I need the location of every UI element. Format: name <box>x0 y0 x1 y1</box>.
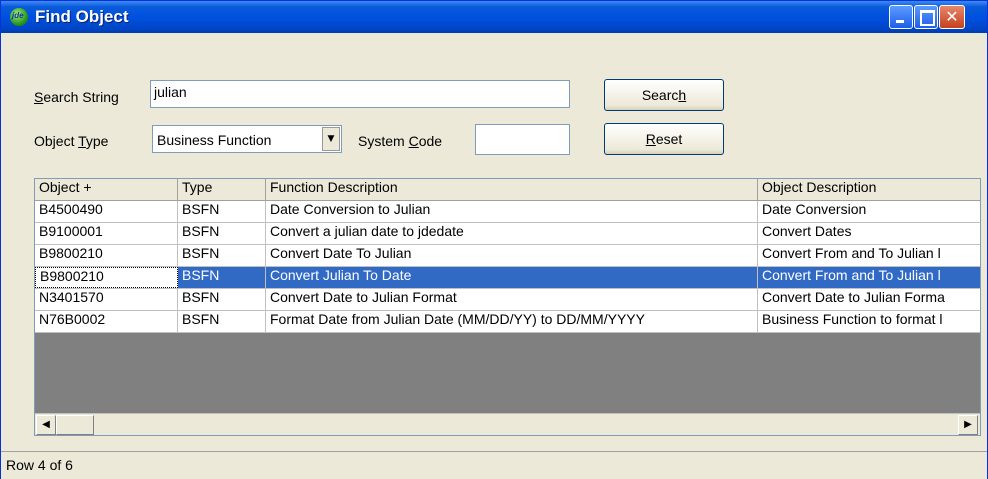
scroll-left-arrow-icon[interactable]: ◀ <box>36 415 56 435</box>
column-header-function-description[interactable]: Function Description <box>266 179 758 200</box>
close-button[interactable]: ✕ <box>939 5 965 29</box>
cell-function-description: Format Date from Julian Date (MM/DD/YY) … <box>266 311 758 332</box>
minimize-icon <box>896 20 904 23</box>
reset-button[interactable]: Reset <box>604 123 724 155</box>
dropdown-arrow-icon[interactable]: ▼ <box>322 127 340 151</box>
scroll-thumb[interactable] <box>56 415 94 435</box>
search-button[interactable]: Search <box>604 79 724 111</box>
cell-object: N3401570 <box>35 289 178 310</box>
results-grid[interactable]: Object + Type Function Description Objec… <box>34 178 981 436</box>
status-bar: Row 4 of 6 <box>1 451 987 479</box>
cell-object: B9800210 <box>35 267 178 288</box>
grid-header-row: Object + Type Function Description Objec… <box>35 179 980 201</box>
cell-type: BSFN <box>178 201 266 222</box>
object-type-value: Business Function <box>157 132 272 148</box>
cell-type: BSFN <box>178 267 266 288</box>
table-row[interactable]: N76B0002 BSFN Format Date from Julian Da… <box>35 311 980 333</box>
window-title: Find Object <box>35 7 129 26</box>
table-row-selected[interactable]: B9800210 BSFN Convert Julian To Date Con… <box>35 267 980 289</box>
cell-function-description: Convert Date to Julian Format <box>266 289 758 310</box>
cell-object: B4500490 <box>35 201 178 222</box>
cell-object: B9100001 <box>35 223 178 244</box>
cell-object-description: Date Conversion <box>758 201 980 222</box>
search-string-input[interactable]: julian <box>150 80 570 108</box>
column-header-object-description[interactable]: Object Description <box>758 179 980 200</box>
cell-function-description: Convert Date To Julian <box>266 245 758 266</box>
close-icon: ✕ <box>945 7 959 26</box>
column-header-object[interactable]: Object + <box>35 179 178 200</box>
system-code-input[interactable] <box>475 124 570 155</box>
title-bar[interactable]: jde Find Object ✕ <box>1 1 987 33</box>
app-globe-icon: jde <box>10 8 28 26</box>
table-row[interactable]: B4500490 BSFN Date Conversion to Julian … <box>35 201 980 223</box>
cell-object-description: Convert Date to Julian Forma <box>758 289 980 310</box>
minimize-button[interactable] <box>889 5 913 29</box>
horizontal-scrollbar[interactable]: ◀ ▶ <box>35 413 980 435</box>
table-row[interactable]: B9100001 BSFN Convert a julian date to j… <box>35 223 980 245</box>
cell-function-description: Convert Julian To Date <box>266 267 758 288</box>
cell-object-description: Convert From and To Julian l <box>758 245 980 266</box>
table-row[interactable]: N3401570 BSFN Convert Date to Julian For… <box>35 289 980 311</box>
object-type-dropdown[interactable]: Business Function ▼ <box>152 125 342 153</box>
status-text: Row 4 of 6 <box>6 457 73 473</box>
cell-function-description: Convert a julian date to jdedate <box>266 223 758 244</box>
column-header-type[interactable]: Type <box>178 179 266 200</box>
find-object-window: jde Find Object ✕ Search String julian O… <box>0 0 988 479</box>
maximize-button[interactable] <box>914 5 938 29</box>
system-code-label: System Code <box>358 133 443 149</box>
cell-type: BSFN <box>178 311 266 332</box>
cell-object: N76B0002 <box>35 311 178 332</box>
cell-type: BSFN <box>178 289 266 310</box>
table-row[interactable]: B9800210 BSFN Convert Date To Julian Con… <box>35 245 980 267</box>
search-string-label: Search String <box>34 89 119 105</box>
cell-function-description: Date Conversion to Julian <box>266 201 758 222</box>
cell-object-description: Convert Dates <box>758 223 980 244</box>
cell-object-description: Convert From and To Julian l <box>758 267 980 288</box>
maximize-icon <box>920 10 935 26</box>
scroll-right-arrow-icon[interactable]: ▶ <box>958 415 978 435</box>
cell-type: BSFN <box>178 223 266 244</box>
cell-object: B9800210 <box>35 245 178 266</box>
object-type-label: Object Type <box>34 133 109 149</box>
cell-object-description: Business Function to format l <box>758 311 980 332</box>
cell-type: BSFN <box>178 245 266 266</box>
